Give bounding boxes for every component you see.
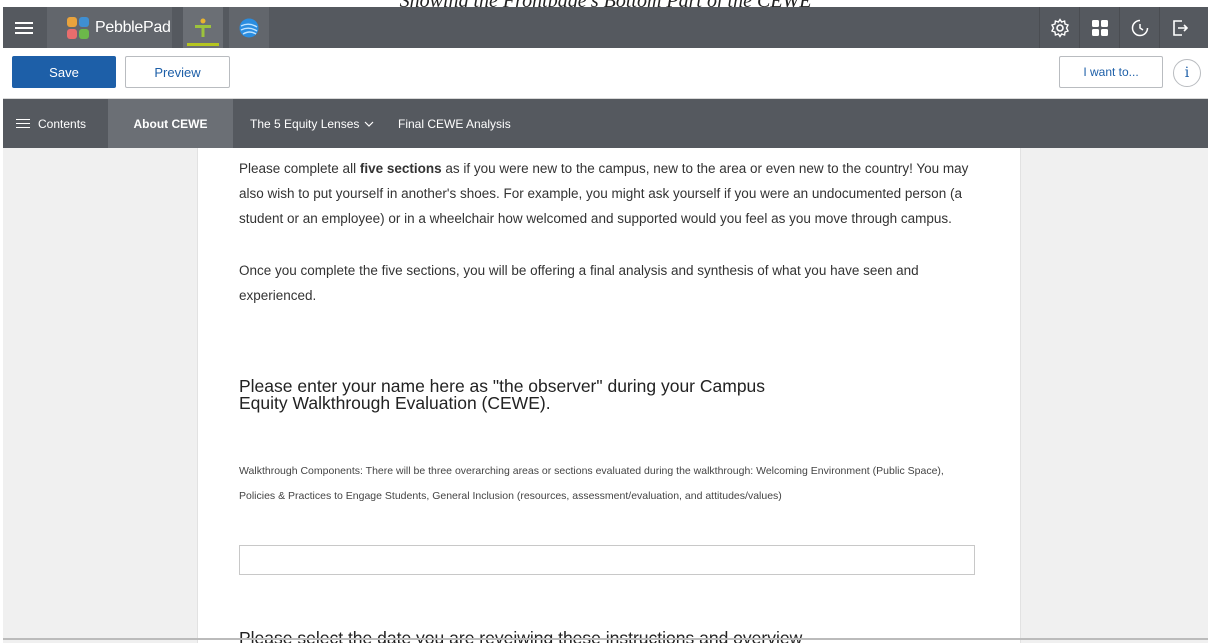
info-icon: i [1184,65,1190,81]
bottom-edge [3,638,1208,640]
logout-button[interactable] [1159,7,1200,48]
pebblepad-logo-icon [67,16,89,39]
recent-button[interactable] [1119,7,1160,48]
info-button[interactable]: i [1173,59,1201,87]
save-button[interactable]: Save [12,56,116,88]
store-nav-button[interactable] [183,7,223,48]
logout-icon [1173,19,1189,36]
name-question-heading: Please enter your name here as "the obse… [239,376,766,413]
history-icon [1131,19,1149,36]
intro-paragraph: Please complete all five sections as if … [239,156,974,231]
tab-equity-lenses[interactable]: The 5 Equity Lenses [250,99,374,148]
brand-button[interactable]: PebblePad [47,7,172,48]
person-icon [195,18,211,37]
list-icon [16,118,30,130]
tab-label: About CEWE [133,116,208,131]
brand-name: PebblePad [95,18,171,36]
contents-label: Contents [38,116,87,131]
contents-button[interactable]: Contents [16,99,86,148]
tab-label: Final CEWE Analysis [398,116,511,131]
tab-about-cewe[interactable]: About CEWE [108,99,233,148]
intro-bold-text: five sections [359,161,442,176]
grid-icon [1092,19,1108,36]
intro-text: Please complete all [239,161,360,176]
settings-icon [1051,17,1069,38]
observer-name-input[interactable] [239,545,975,575]
preview-button[interactable]: Preview [125,56,230,88]
analysis-paragraph: Once you complete the five sections, you… [239,263,919,303]
workspace-button[interactable] [229,7,269,48]
tab-final-analysis[interactable]: Final CEWE Analysis [398,99,511,148]
globe-icon [239,18,259,37]
page-nav: Contents About CEWE The 5 Equity Lenses … [3,99,1208,148]
chevron-down-icon [364,121,374,127]
page-canvas: Please complete all five sections as if … [3,148,1208,643]
components-description: Walkthrough Components: There will be th… [239,465,944,502]
content-panel: Please complete all five sections as if … [197,148,1021,643]
top-app-bar: PebblePad [3,7,1208,48]
editor-toolbar: Save Preview I want to... i [3,48,1208,99]
settings-button[interactable] [1039,7,1080,48]
date-question-heading: Please select the date you are reveiwing… [239,628,803,643]
tab-label: The 5 Equity Lenses [250,116,360,131]
apps-button[interactable] [1079,7,1120,48]
menu-icon[interactable] [13,7,35,48]
i-want-to-button[interactable]: I want to... [1059,56,1163,88]
